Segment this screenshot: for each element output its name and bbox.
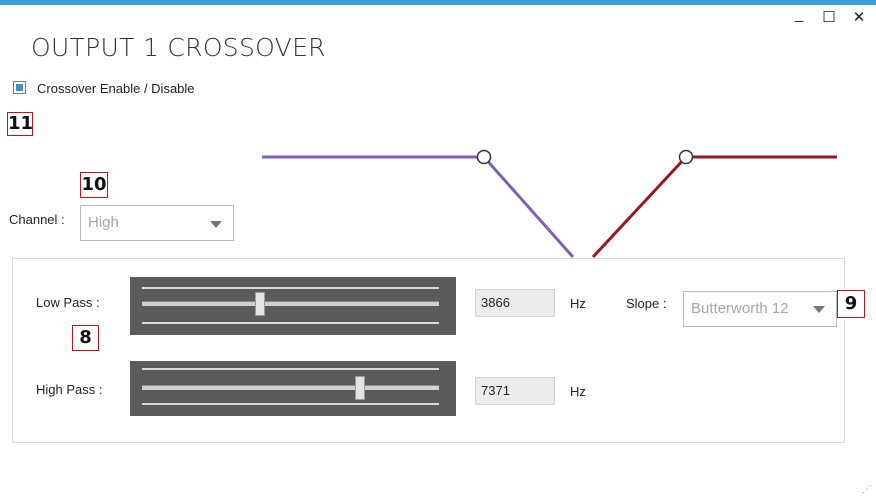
channel-dropdown-value: High [88,214,119,231]
chevron-down-icon [210,221,222,228]
channel-label: Channel : [9,212,65,227]
high-pass-curve [591,155,837,259]
channel-dropdown[interactable]: High [80,205,234,241]
high-pass-label: High Pass : [36,382,103,397]
resize-grip-icon[interactable]: ⋰ [862,484,872,495]
minimize-button[interactable]: _ [789,6,809,23]
low-pass-unit: Hz [570,296,586,311]
slider-track [142,301,439,306]
high-pass-node[interactable] [678,149,694,165]
low-pass-slider-thumb[interactable] [255,292,265,316]
callout-8: 8 [72,325,99,351]
crossover-enable-checkbox[interactable] [13,81,26,94]
maximize-button[interactable]: ☐ [819,8,839,26]
low-pass-value[interactable]: 3866 [475,289,555,317]
high-pass-unit: Hz [570,384,586,399]
slope-dropdown-value: Butterworth 12 [691,300,789,317]
slider-rail-top [142,287,439,289]
crossover-graph [262,149,837,259]
callout-11: 11 [7,112,34,136]
slider-rail-bottom [142,322,439,324]
slider-rail-top [142,368,439,370]
crossover-enable-label: Crossover Enable / Disable [37,81,195,96]
slider-track [142,385,439,390]
callout-9: 9 [837,290,865,318]
window-title: OUTPUT 1 CROSSOVER [31,33,326,62]
callout-10: 10 [80,172,108,198]
high-pass-slider-thumb[interactable] [355,376,365,400]
low-pass-slider[interactable] [130,277,456,335]
slope-label: Slope : [626,296,667,311]
slope-dropdown[interactable]: Butterworth 12 [683,291,837,327]
low-pass-label: Low Pass : [36,295,100,310]
slider-rail-bottom [142,403,439,405]
close-button[interactable]: ✕ [849,8,869,26]
chevron-down-icon [813,306,825,313]
low-pass-node[interactable] [476,149,492,165]
low-pass-curve [262,155,575,258]
window-accent-bar [0,0,876,5]
high-pass-slider[interactable] [130,361,456,416]
high-pass-value[interactable]: 7371 [475,377,555,405]
